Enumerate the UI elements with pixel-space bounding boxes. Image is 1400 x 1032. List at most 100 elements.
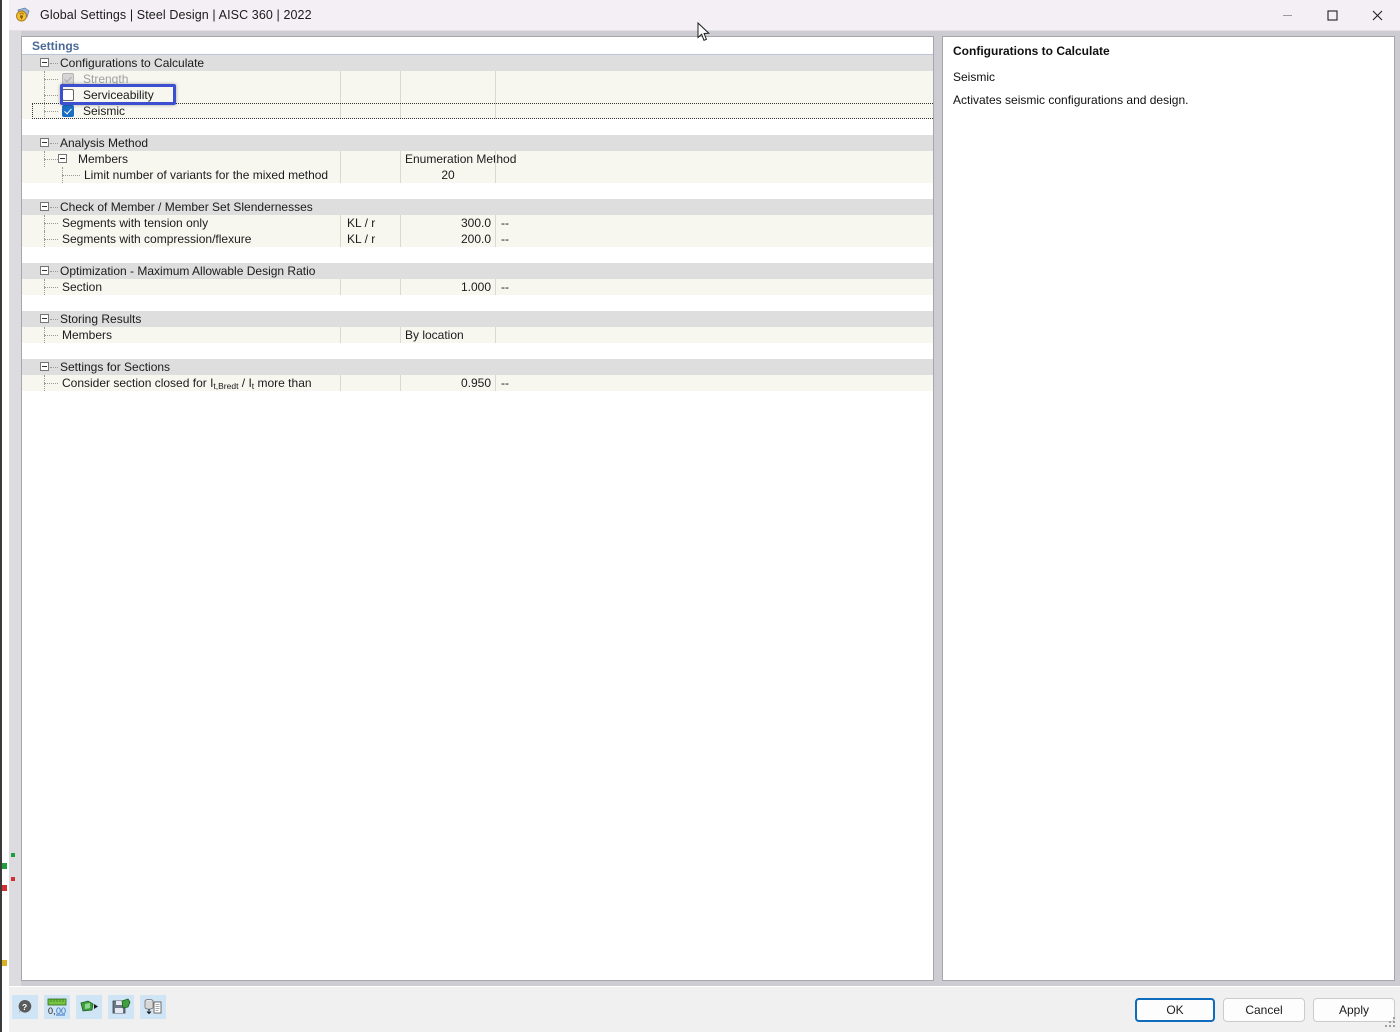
window-controls: [1265, 0, 1400, 31]
tree-connector-line: [44, 239, 58, 240]
save-floppy-icon[interactable]: [108, 995, 134, 1019]
tree-row-unit-cell: [340, 199, 400, 215]
settings-tree-body[interactable]: Configurations to Calculate Strength Servi…: [22, 55, 933, 980]
tree-item-row[interactable]: Segments with compression/flexureKL / r2…: [22, 231, 933, 247]
tree-connector-line: [44, 335, 58, 336]
tree-item-row[interactable]: Strength: [22, 71, 933, 87]
tree-row-label-cell: [22, 247, 340, 263]
settings-tree-header: Settings: [22, 37, 933, 55]
tree-row-label-cell: Segments with tension only: [22, 215, 340, 231]
resize-grip[interactable]: [1385, 1017, 1397, 1029]
settings-tree-panel: Settings Configurations to Calculate Stre…: [21, 36, 934, 981]
tree-row-label-cell: Members: [22, 151, 340, 167]
tree-expander-collapse-icon[interactable]: [40, 362, 49, 371]
tree-row-value-cell[interactable]: 300.0: [400, 215, 495, 231]
tree-item-row[interactable]: Consider section closed for It,Bredt / I…: [22, 375, 933, 391]
tree-connector-line: [62, 175, 80, 176]
tree-row-label-cell: [22, 295, 340, 311]
tree-row-unit-cell: [340, 327, 400, 343]
tree-row-label-cell: Configurations to Calculate: [22, 55, 340, 71]
checkbox-serviceability[interactable]: [62, 89, 74, 101]
tree-expander-collapse-icon[interactable]: [40, 138, 49, 147]
tree-row-label: Segments with tension only: [58, 216, 208, 230]
footer-toolbar: ? 0, 00: [12, 995, 166, 1019]
tree-row-tail-cell: [495, 263, 933, 279]
tree-row-label: Seismic: [79, 104, 125, 118]
tree-item-row[interactable]: Limit number of variants for the mixed m…: [22, 167, 933, 183]
checkbox-strength[interactable]: [62, 73, 74, 85]
tree-row-tail-cell: [495, 183, 933, 199]
maximize-button[interactable]: [1310, 0, 1355, 31]
tree-row-tail-cell: --: [495, 279, 933, 295]
tree-group-row[interactable]: Optimization - Maximum Allowable Design …: [22, 263, 933, 279]
tree-row-tail-cell: [495, 71, 933, 87]
tree-item-row[interactable]: Seismic: [22, 103, 933, 119]
checkbox-seismic[interactable]: [62, 105, 74, 117]
tree-row-value-cell: [400, 391, 495, 407]
help-question-icon[interactable]: ?: [12, 995, 38, 1019]
tree-expander-collapse-icon[interactable]: [40, 314, 49, 323]
ok-button[interactable]: OK: [1135, 998, 1215, 1022]
minimize-button[interactable]: [1265, 0, 1310, 31]
tree-row-tail-cell: [495, 247, 933, 263]
tree-row-value-cell[interactable]: 200.0: [400, 231, 495, 247]
tree-connector-line: [44, 159, 58, 160]
tree-row-value-cell[interactable]: By location: [400, 327, 495, 343]
tree-row-label: Strength: [79, 72, 128, 86]
tree-row-label: Storing Results: [56, 312, 141, 326]
tree-row-unit-cell: [340, 359, 400, 375]
tree-spacer-row: [22, 343, 933, 359]
tree-item-row[interactable]: Members Enumeration Method: [22, 151, 933, 167]
tree-row-tail-cell: [495, 391, 933, 407]
tree-row-label-cell: Serviceability: [22, 87, 340, 103]
left-gutter: [9, 31, 21, 986]
window-title: Global Settings | Steel Design | AISC 36…: [40, 8, 312, 22]
units-number-icon[interactable]: 0, 00: [44, 995, 70, 1019]
tree-row-unit-cell: KL / r: [340, 231, 400, 247]
edge-marker-green: [2, 863, 7, 869]
tree-row-tail-cell: [495, 311, 933, 327]
import-arrow-icon[interactable]: [76, 995, 102, 1019]
tree-row-tail-cell: --: [495, 215, 933, 231]
tree-row-tail-cell: [495, 87, 933, 103]
tree-expander-collapse-icon[interactable]: [40, 58, 49, 67]
tree-row-label-cell: Check of Member / Member Set Slenderness…: [22, 199, 340, 215]
tree-group-row[interactable]: Settings for Sections: [22, 359, 933, 375]
tree-row-label: Limit number of variants for the mixed m…: [80, 168, 328, 182]
close-button[interactable]: [1355, 0, 1400, 31]
tree-row-label-cell: [22, 343, 340, 359]
tree-group-row[interactable]: Check of Member / Member Set Slenderness…: [22, 199, 933, 215]
copy-stack-icon[interactable]: [140, 995, 166, 1019]
tree-row-value-cell: [400, 71, 495, 87]
tree-row-value-cell[interactable]: 20: [400, 167, 495, 183]
tree-expander-collapse-icon[interactable]: [58, 154, 67, 163]
tree-item-row[interactable]: Segments with tension onlyKL / r300.0--: [22, 215, 933, 231]
tree-row-label-cell: Analysis Method: [22, 135, 340, 151]
tree-expander-collapse-icon[interactable]: [40, 266, 49, 275]
tree-row-label-cell: [22, 119, 340, 135]
tree-row-label: Members: [74, 152, 128, 166]
tree-row-value-cell[interactable]: 0.950: [400, 375, 495, 391]
tree-group-row[interactable]: Analysis Method: [22, 135, 933, 151]
cancel-button[interactable]: Cancel: [1223, 998, 1305, 1022]
tree-item-row[interactable]: MembersBy location: [22, 327, 933, 343]
tree-row-label-cell: [22, 391, 340, 407]
tree-row-label: Serviceability: [79, 88, 154, 102]
tree-expander-collapse-icon[interactable]: [40, 202, 49, 211]
tree-row-label: Settings for Sections: [56, 360, 170, 374]
tree-row-tail-cell: [495, 295, 933, 311]
tree-row-value-cell: [400, 343, 495, 359]
tree-spacer-row: [22, 391, 933, 407]
tree-row-label-cell: Strength: [22, 71, 340, 87]
tree-row-value-cell[interactable]: Enumeration Method: [400, 151, 495, 167]
tree-row-tail-cell: [495, 135, 933, 151]
tree-group-row[interactable]: Storing Results: [22, 311, 933, 327]
tree-row-unit-cell: [340, 119, 400, 135]
tree-row-value-cell[interactable]: 1.000: [400, 279, 495, 295]
tree-item-row[interactable]: Serviceability: [22, 87, 933, 103]
tree-item-row[interactable]: Section1.000--: [22, 279, 933, 295]
tree-row-label: Configurations to Calculate: [56, 56, 204, 70]
tree-row-unit-cell: [340, 87, 400, 103]
apply-button[interactable]: Apply: [1313, 998, 1395, 1022]
tree-group-row[interactable]: Configurations to Calculate: [22, 55, 933, 71]
